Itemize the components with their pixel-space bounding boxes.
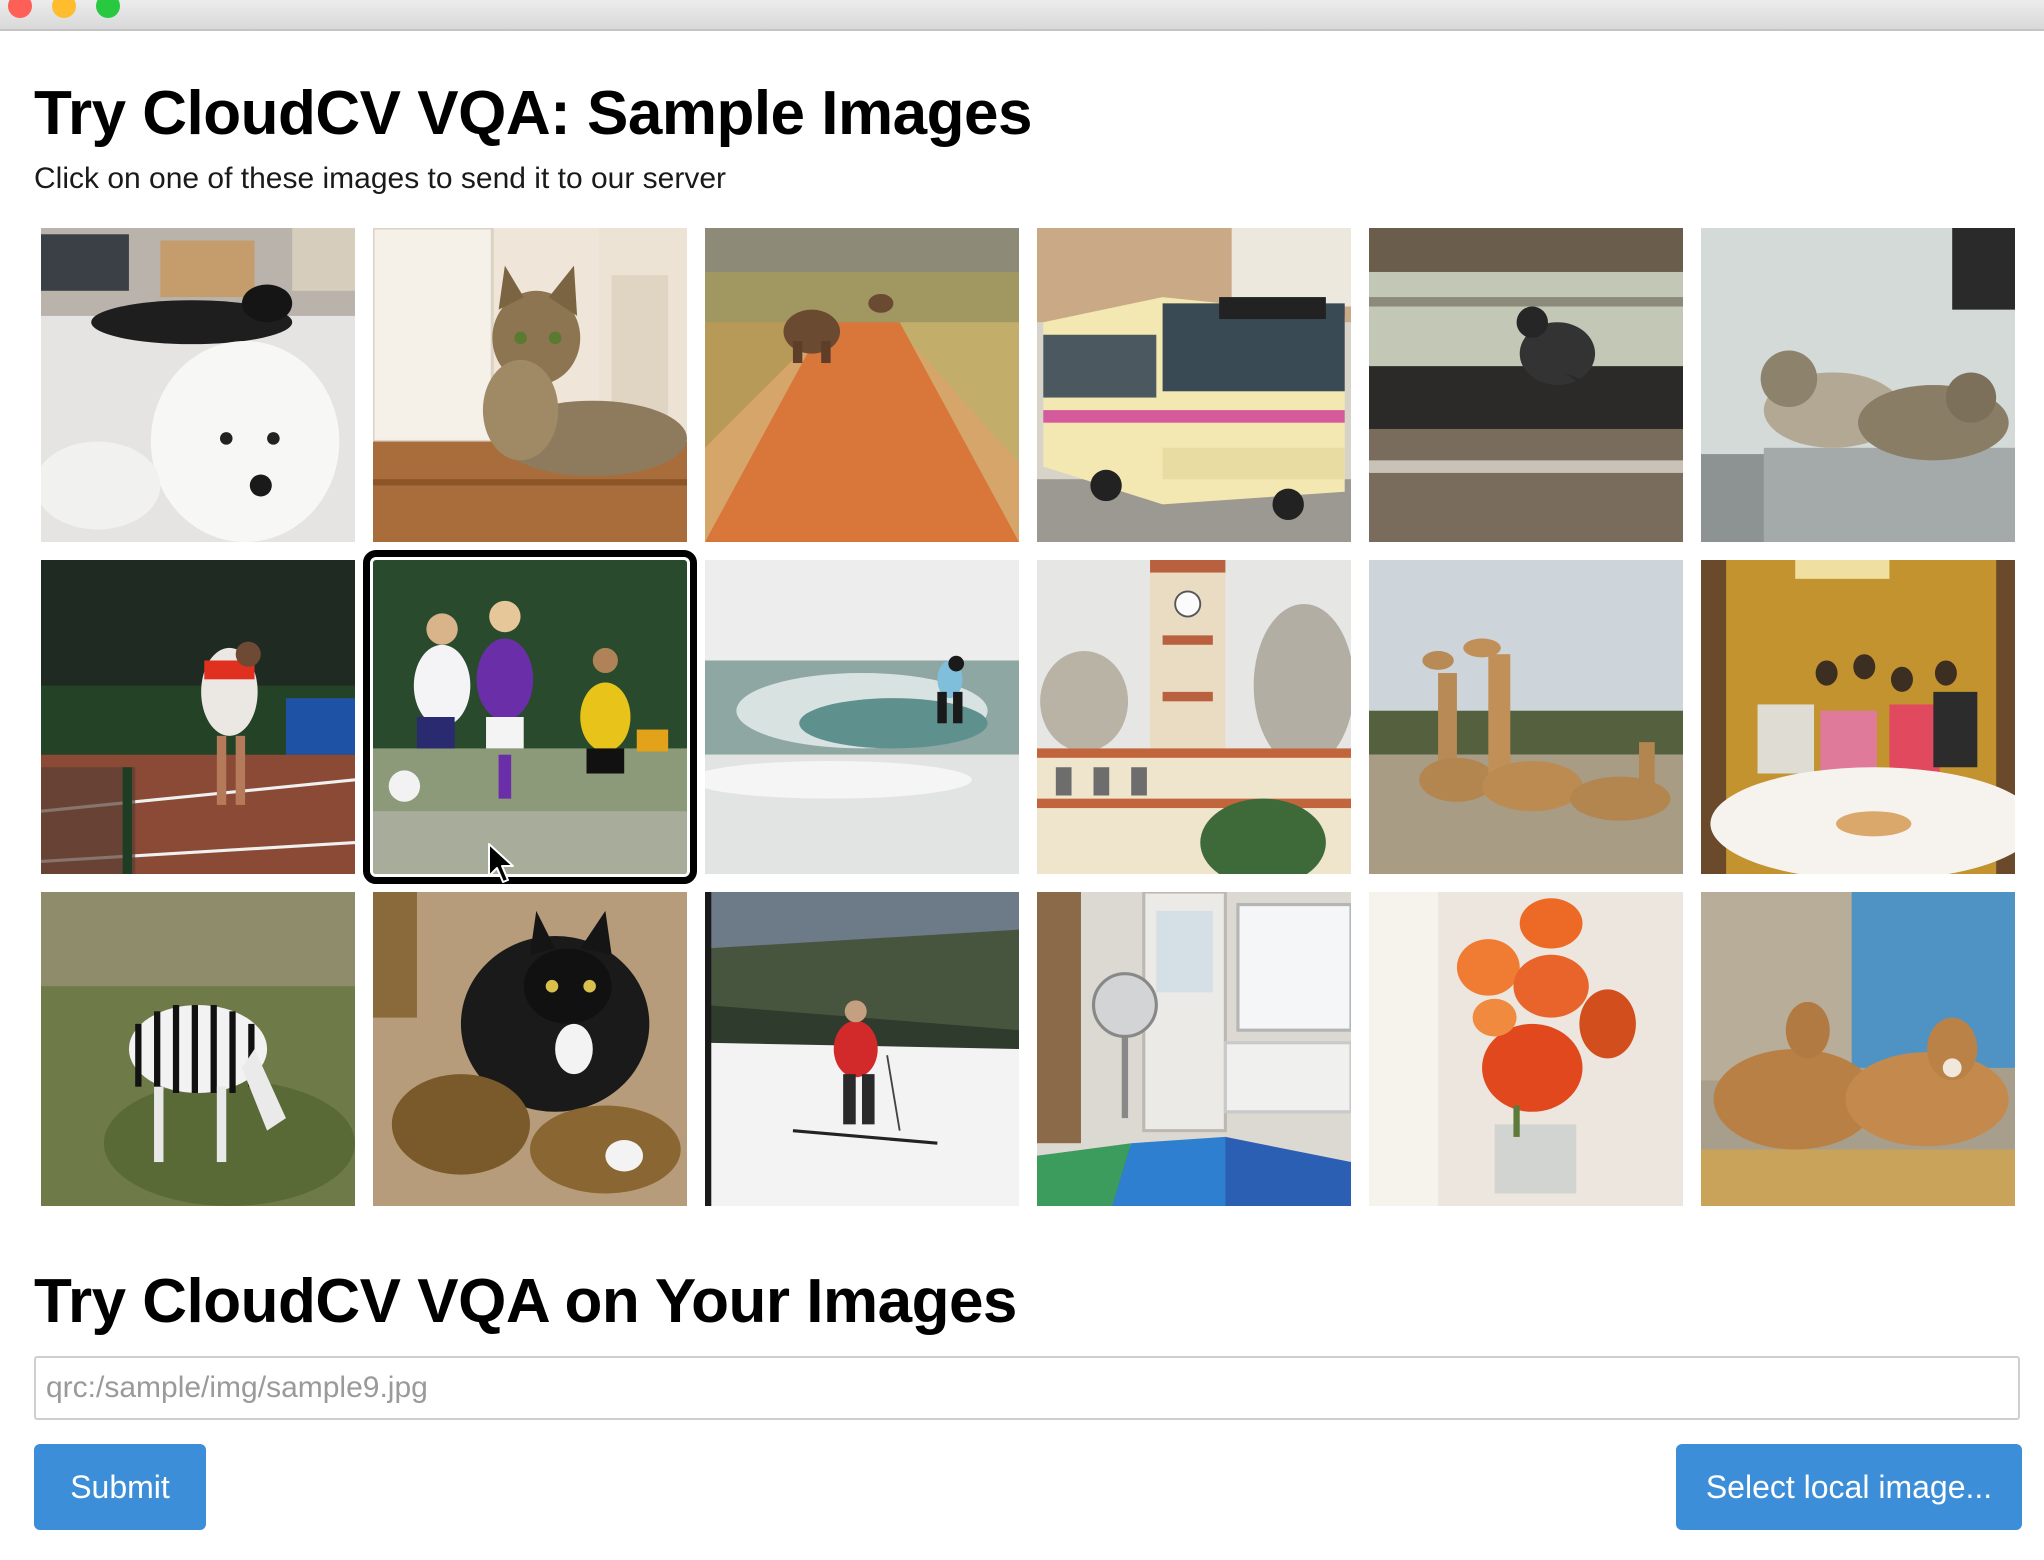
sample-image-10[interactable] <box>1037 560 1351 874</box>
sample-image-13[interactable] <box>41 892 355 1206</box>
zebra-image <box>41 892 355 1206</box>
sample-image-3[interactable] <box>705 228 1019 542</box>
elephant-road-image <box>705 228 1019 542</box>
surfer-image <box>705 560 1019 874</box>
sample-image-7[interactable] <box>41 560 355 874</box>
window-titlebar <box>0 0 2044 31</box>
sample-image-12[interactable] <box>1701 560 2015 874</box>
bus-image <box>1037 228 1351 542</box>
sample-image-14[interactable] <box>373 892 687 1206</box>
sample-image-4[interactable] <box>1037 228 1351 542</box>
maximize-window-icon[interactable] <box>96 0 120 18</box>
sample-images-subtitle: Click on one of these images to send it … <box>34 162 727 195</box>
submit-button[interactable]: Submit <box>34 1444 206 1530</box>
sample-image-11[interactable] <box>1369 560 1683 874</box>
sample-image-16[interactable] <box>1037 892 1351 1206</box>
clock-tower-image <box>1037 560 1351 874</box>
cats-on-tv-image <box>1701 228 2015 542</box>
sample-image-5[interactable] <box>1369 228 1683 542</box>
tennis-player-image <box>41 560 355 874</box>
your-images-title: Try CloudCV VQA on Your Images <box>34 1267 1017 1336</box>
sample-image-9[interactable] <box>705 560 1019 874</box>
minimize-window-icon[interactable] <box>52 0 76 18</box>
sample-image-18[interactable] <box>1701 892 2015 1206</box>
cat-on-floor-image <box>373 228 687 542</box>
sample-image-grid <box>41 228 2015 1206</box>
crow-on-car-image <box>1369 228 1683 542</box>
cows-image <box>1701 892 2015 1206</box>
sample-image-1[interactable] <box>41 228 355 542</box>
sample-image-17[interactable] <box>1369 892 1683 1206</box>
sample-image-15[interactable] <box>705 892 1019 1206</box>
soccer-players-image <box>373 560 687 874</box>
giraffes-image <box>1369 560 1683 874</box>
orange-flowers-image <box>1369 892 1683 1206</box>
sample-image-6[interactable] <box>1701 228 2015 542</box>
sample-image-2[interactable] <box>373 228 687 542</box>
skier-image <box>705 892 1019 1206</box>
cat-on-shoes-image <box>373 892 687 1206</box>
select-local-image-button[interactable]: Select local image... <box>1676 1444 2022 1530</box>
room-with-fan-image <box>1037 892 1351 1206</box>
dog-and-cat-image <box>41 228 355 542</box>
image-url-input[interactable] <box>34 1356 2020 1420</box>
sample-images-title: Try CloudCV VQA: Sample Images <box>34 79 1032 148</box>
close-window-icon[interactable] <box>8 0 32 18</box>
family-dinner-image <box>1701 560 2015 874</box>
sample-image-8[interactable] <box>363 550 697 884</box>
